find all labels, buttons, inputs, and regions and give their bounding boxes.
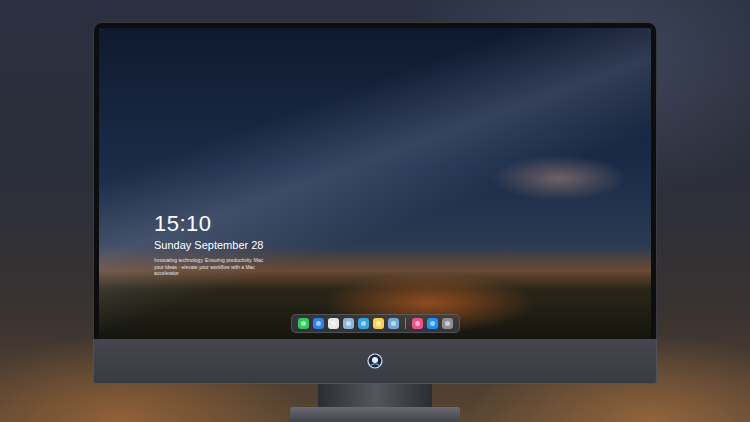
app-icon[interactable] xyxy=(343,318,354,329)
dock-separator xyxy=(405,318,406,329)
app-icon[interactable] xyxy=(373,318,384,329)
app-icon[interactable] xyxy=(328,318,339,329)
lock-screen: 15:10 Sunday September 28 Innovating techn… xyxy=(99,28,651,339)
clock-date: Sunday September 28 xyxy=(154,239,651,252)
clock-time: 15:10 xyxy=(154,212,651,236)
dock-row xyxy=(99,314,651,339)
monitor-stand-neck xyxy=(318,384,432,407)
brand-logo-icon xyxy=(367,353,383,369)
tagline: Innovating technology. Ensuring producti… xyxy=(154,257,274,277)
monitor: 15:10 Sunday September 28 Innovating techn… xyxy=(93,22,657,384)
desktop-stage: 15:10 Sunday September 28 Innovating techn… xyxy=(0,0,750,422)
lock-info: 15:10 Sunday September 28 Innovating techn… xyxy=(99,28,651,277)
app-icon[interactable] xyxy=(358,318,369,329)
monitor-bezel: 15:10 Sunday September 28 Innovating techn… xyxy=(93,22,657,339)
monitor-stand-base xyxy=(290,407,460,422)
app-icon[interactable] xyxy=(388,318,399,329)
app-icon[interactable] xyxy=(412,318,423,329)
app-icon[interactable] xyxy=(442,318,453,329)
dock xyxy=(291,314,460,333)
app-icon[interactable] xyxy=(427,318,438,329)
monitor-chin xyxy=(93,339,657,384)
app-icon[interactable] xyxy=(298,318,309,329)
app-icon[interactable] xyxy=(313,318,324,329)
